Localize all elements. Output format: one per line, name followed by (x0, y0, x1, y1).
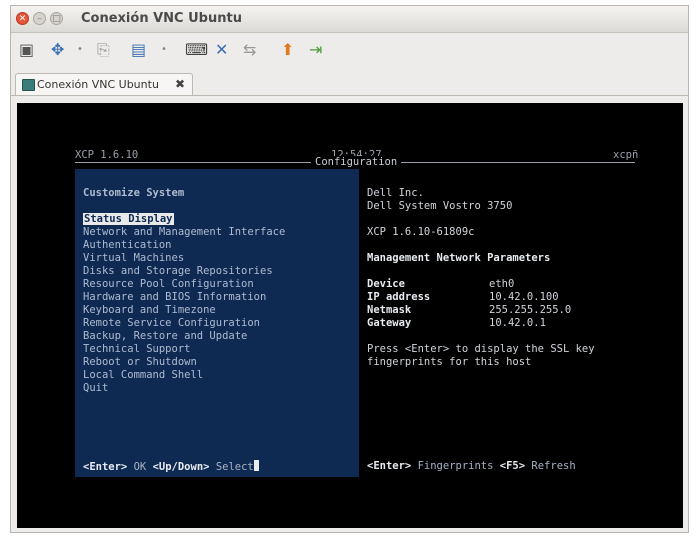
status-footer: <Enter> Fingerprints <F5> Refresh (367, 460, 576, 472)
footer-key-enter: <Enter> (367, 460, 412, 472)
param-value-gateway: 10.42.0.1 (489, 317, 546, 329)
param-value-device: eth0 (489, 278, 515, 290)
transfer-icon[interactable]: ⇆ (243, 40, 256, 60)
text-cursor (253, 460, 259, 471)
footer-text-refresh: Refresh (531, 460, 576, 472)
window-title: Conexión VNC Ubuntu (81, 11, 242, 26)
disconnect-icon[interactable]: ⇥ (309, 40, 322, 60)
param-label-netmask: Netmask (367, 304, 412, 316)
customize-menu-panel: Customize System Status Display Network … (75, 169, 359, 477)
menu-item-local-shell[interactable]: Local Command Shell (83, 369, 203, 381)
title-bar[interactable]: ✕ – □ Conexión VNC Ubuntu (11, 6, 688, 33)
tab-close-icon[interactable]: ✖ (175, 77, 185, 91)
separator-dot: • (161, 44, 167, 55)
footer-key-f5: <F5> (499, 460, 526, 472)
tab-label: Conexión VNC Ubuntu (37, 78, 159, 91)
vnc-screen[interactable]: XCP 1.6.10 12:54:27 xcpñ Configuration C… (17, 103, 683, 528)
system-model: Dell System Vostro 3750 (367, 200, 513, 212)
footer-text-ok: OK (133, 461, 147, 473)
footer-key-updown: <Up/Down> (152, 461, 210, 473)
menu-heading: Customize System (83, 187, 185, 199)
menu-item-remote-service[interactable]: Remote Service Configuration (83, 317, 260, 329)
fullscreen-icon[interactable]: ▣ (19, 40, 34, 60)
tab-vnc-connection[interactable]: Conexión VNC Ubuntu ✖ (15, 73, 193, 95)
menu-item-reboot[interactable]: Reboot or Shutdown (83, 356, 197, 368)
menu-item-network[interactable]: Network and Management Interface (83, 226, 285, 238)
host-name: xcpñ (613, 149, 639, 161)
footer-text-fingerprints: Fingerprints (417, 460, 494, 472)
separator-dot: • (77, 44, 83, 55)
param-label-ip: IP address (367, 291, 431, 303)
xcp-version: XCP 1.6.10 (75, 149, 139, 161)
footer-key-enter: <Enter> (83, 461, 128, 473)
tools-icon[interactable]: ✕ (215, 40, 228, 60)
ssl-note-line1: Press <Enter> to display the SSL key (367, 343, 595, 355)
toolbar: ▣ ✥ • ⎘ ▤ • ⌨ ✕ ⇆ ⬆ ⇥ (11, 33, 688, 67)
upload-icon[interactable]: ⬆ (281, 40, 294, 60)
maximize-window-button[interactable]: □ (50, 12, 63, 25)
param-value-ip: 10.42.0.100 (489, 291, 559, 303)
tab-bar: Conexión VNC Ubuntu ✖ (11, 69, 688, 96)
menu-item-backup[interactable]: Backup, Restore and Update (83, 330, 247, 342)
close-window-button[interactable]: ✕ (16, 12, 29, 25)
panel-title: Configuration (311, 156, 402, 168)
menu-item-authentication[interactable]: Authentication (83, 239, 172, 251)
view-icon[interactable]: ▤ (131, 40, 146, 60)
copy-icon[interactable]: ⎘ (97, 40, 110, 60)
menu-item-virtual-machines[interactable]: Virtual Machines (83, 252, 184, 264)
menu-item-hardware[interactable]: Hardware and BIOS Information (83, 291, 266, 303)
minimize-window-button[interactable]: – (33, 12, 46, 25)
menu-footer: <Enter> OK <Up/Down> Select (83, 460, 259, 473)
footer-text-select: Select (215, 461, 254, 473)
menu-item-storage[interactable]: Disks and Storage Repositories (83, 265, 273, 277)
system-vendor: Dell Inc. (367, 187, 424, 199)
status-panel: Dell Inc. Dell System Vostro 3750 XCP 1.… (361, 169, 635, 477)
param-label-device: Device (367, 278, 405, 290)
keyboard-icon[interactable]: ⌨ (185, 40, 208, 60)
network-section-title: Management Network Parameters (367, 252, 551, 264)
remote-desktop-icon (22, 79, 35, 91)
ssl-note-line2: fingerprints for this host (367, 356, 532, 368)
system-build: XCP 1.6.10-61809c (367, 226, 475, 238)
vnc-window: ✕ – □ Conexión VNC Ubuntu ▣ ✥ • ⎘ ▤ • ⌨ … (10, 5, 689, 533)
move-icon[interactable]: ✥ (51, 40, 64, 60)
menu-item-technical-support[interactable]: Technical Support (83, 343, 190, 355)
menu-item-status-display[interactable]: Status Display (83, 213, 174, 225)
menu-item-quit[interactable]: Quit (83, 382, 108, 394)
menu-item-keyboard[interactable]: Keyboard and Timezone (83, 304, 216, 316)
param-value-netmask: 255.255.255.0 (489, 304, 572, 316)
param-label-gateway: Gateway (367, 317, 412, 329)
menu-item-resource-pool[interactable]: Resource Pool Configuration (83, 278, 254, 290)
